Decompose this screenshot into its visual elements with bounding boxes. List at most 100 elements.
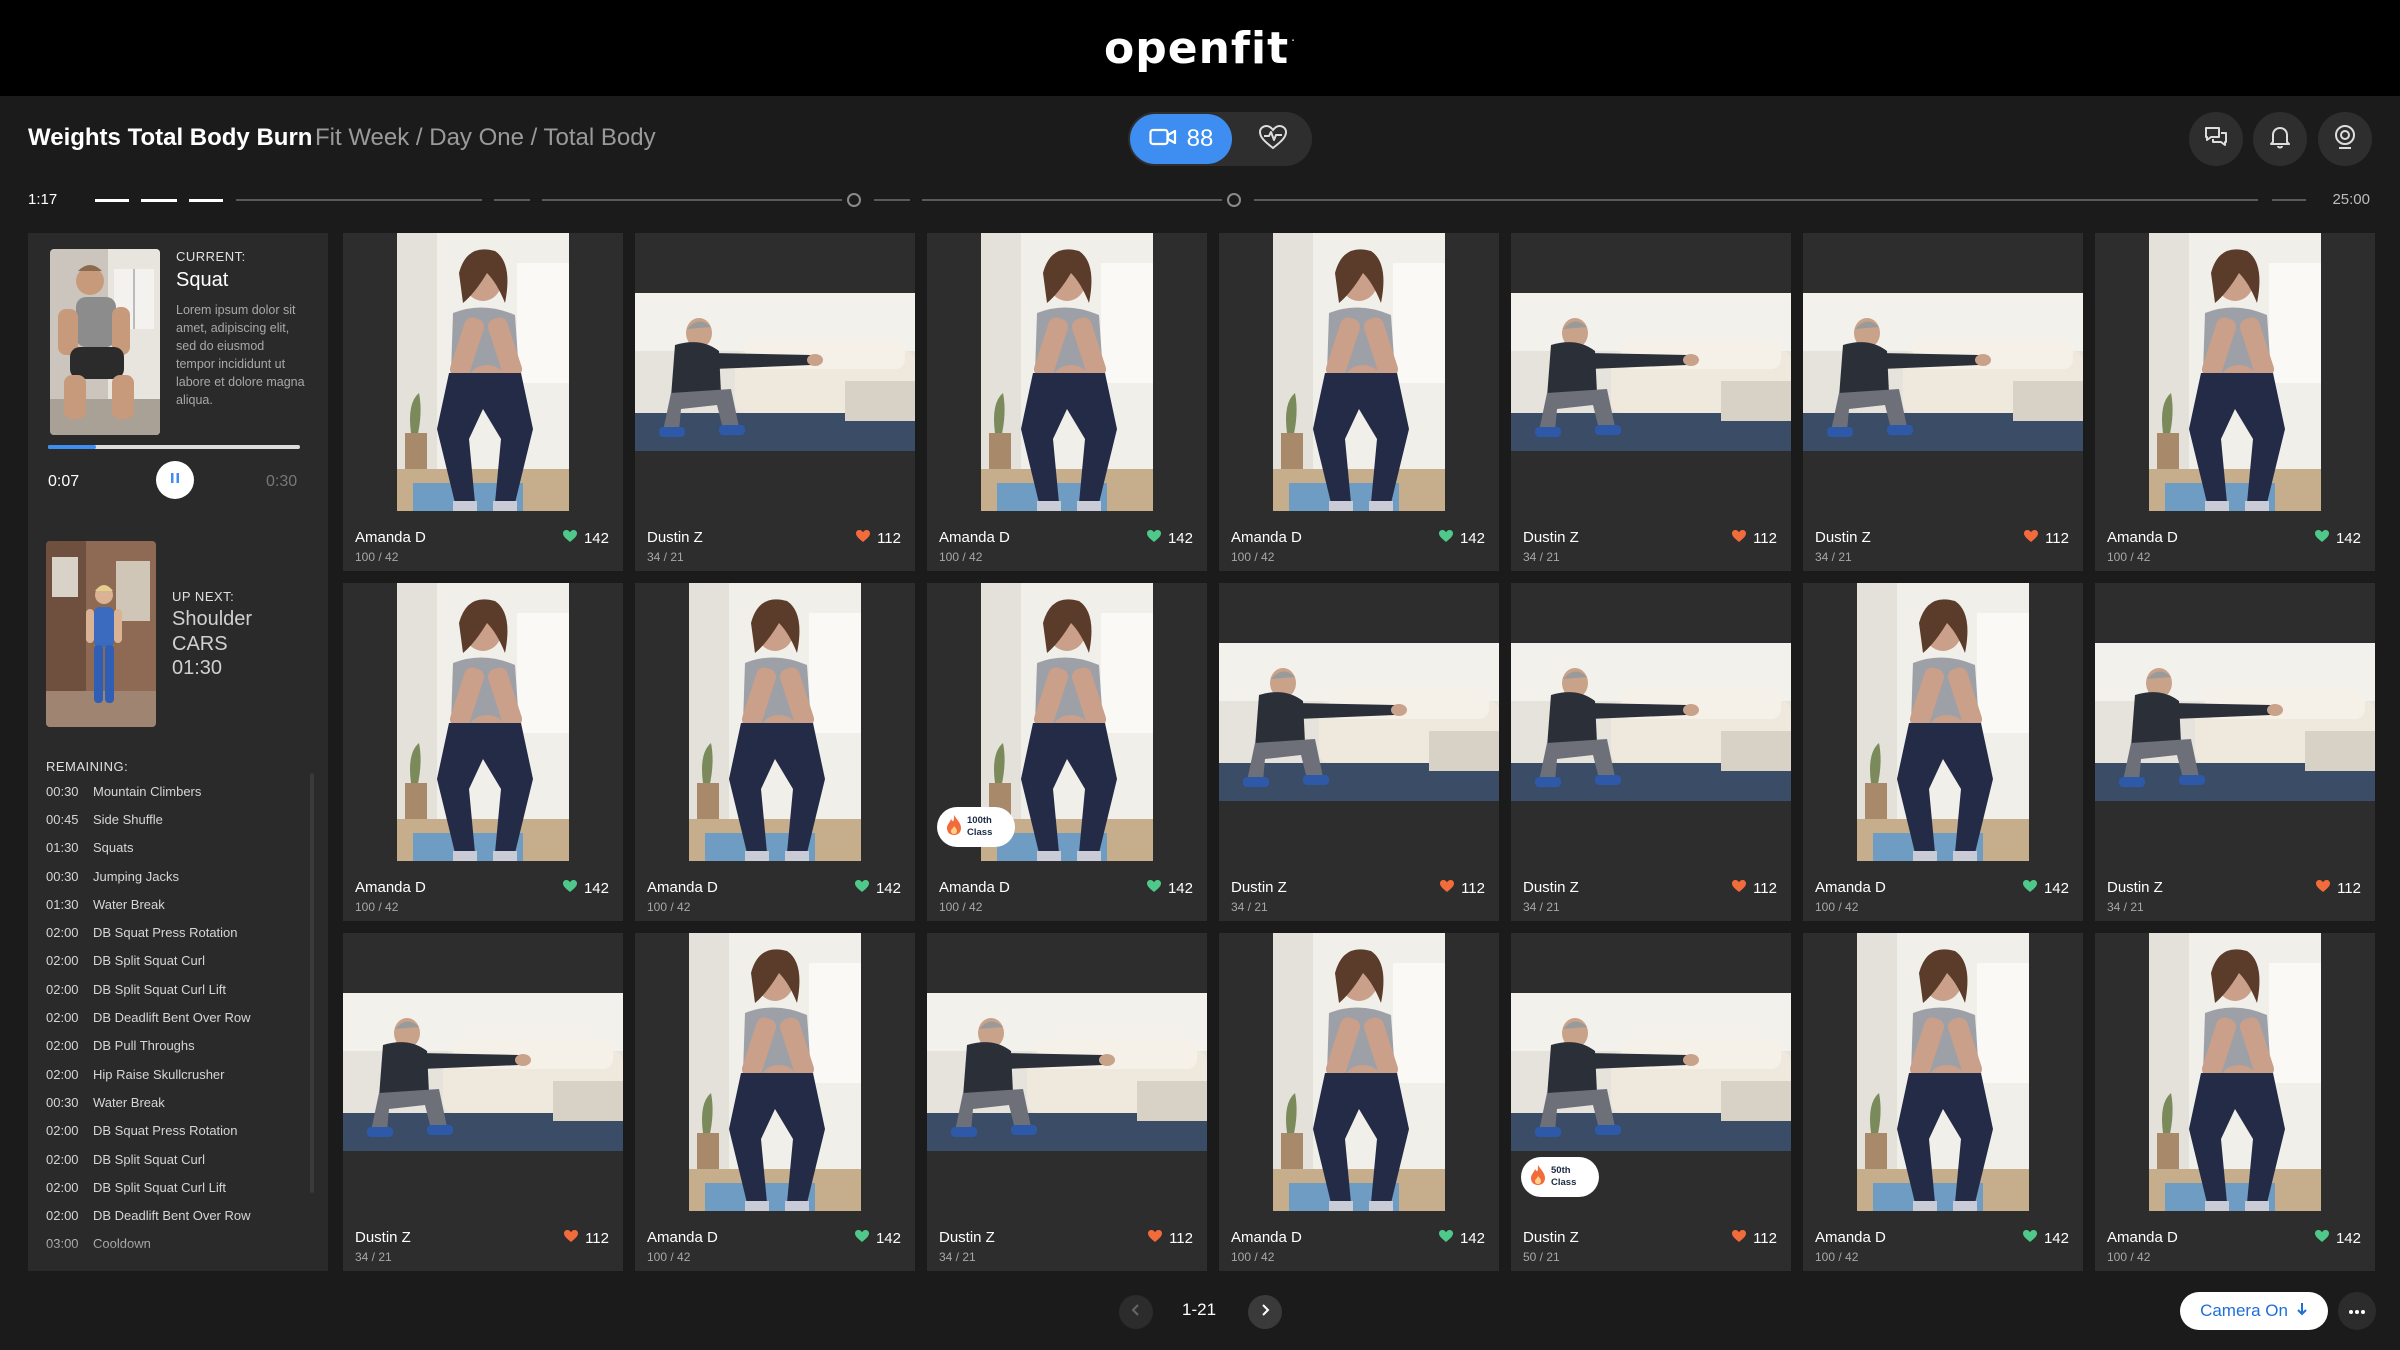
timeline-segment[interactable] (1254, 199, 2258, 201)
heart-rate-value: 142 (2335, 529, 2361, 547)
heart-icon (2314, 529, 2330, 547)
heart-rate-value: 112 (877, 529, 901, 547)
heart-rate-value: 142 (1167, 529, 1193, 547)
badge-label: Class (1551, 1177, 1577, 1188)
next-page-button[interactable] (1248, 1295, 1282, 1329)
participant-stats: 34 / 21 (355, 1250, 392, 1264)
timeline-segment[interactable] (141, 199, 177, 202)
participant-stats: 100 / 42 (1815, 1250, 1859, 1264)
heart-icon (562, 529, 578, 547)
remaining-exercise-name: Hip Raise Skullcrusher (93, 1066, 225, 1082)
participant-stats: 100 / 42 (2107, 1250, 2151, 1264)
participant-tile[interactable]: Dustin Z 34 / 21 112 (1803, 233, 2083, 571)
participant-tile[interactable]: 100th Class Amanda D 100 / 42 142 (927, 583, 1207, 921)
participant-tile[interactable]: Dustin Z 34 / 21 112 (1511, 583, 1791, 921)
participant-tile[interactable]: Amanda D 100 / 42 142 (635, 583, 915, 921)
notifications-button[interactable] (2253, 112, 2307, 166)
camera-toggle-button[interactable]: Camera On (2180, 1292, 2328, 1330)
participant-grid: Amanda D 100 / 42 142 Dustin Z 34 / 21 112 Ama… (343, 233, 2375, 1271)
participant-name: Amanda D (647, 1229, 718, 1246)
remaining-exercise-duration: 02:00 (46, 1038, 79, 1054)
timeline-segment[interactable] (494, 199, 530, 201)
timeline-segment[interactable] (95, 199, 129, 202)
participant-count: 88 (1186, 125, 1214, 152)
video-camera-icon (1149, 127, 1177, 152)
pause-button[interactable] (156, 461, 194, 499)
video-view-button[interactable]: 88 (1130, 114, 1232, 164)
participant-stats: 100 / 42 (2107, 550, 2151, 564)
heart-rate-value: 142 (1459, 529, 1485, 547)
remaining-exercise-item: 02:00 DB Deadlift Bent Over Row (46, 1201, 316, 1229)
participant-tile[interactable]: Amanda D 100 / 42 142 (1803, 933, 2083, 1271)
heart-rate-view-button[interactable] (1248, 120, 1298, 158)
participant-stats: 50 / 21 (1523, 1250, 1560, 1264)
remaining-exercise-name: Water Break (93, 1094, 165, 1110)
participant-tile[interactable]: Amanda D 100 / 42 142 (1219, 933, 1499, 1271)
participant-tile[interactable]: Dustin Z 34 / 21 112 (1219, 583, 1499, 921)
self-view-button[interactable] (2318, 112, 2372, 166)
participant-name: Amanda D (1231, 1229, 1302, 1246)
flame-icon (945, 814, 963, 841)
remaining-exercise-item: 02:00 DB Split Squat Curl (46, 947, 316, 975)
remaining-exercise-item: 02:00 DB Split Squat Curl Lift (46, 1173, 316, 1201)
remaining-exercise-name: DB Squat Press Rotation (93, 925, 238, 941)
previous-page-button[interactable] (1119, 1295, 1153, 1329)
breadcrumb[interactable]: Fit Week / Day One / Total Body (315, 124, 656, 152)
chat-button[interactable] (2189, 112, 2243, 166)
remaining-exercise-name: DB Pull Throughs (93, 1038, 195, 1054)
timeline-segment[interactable] (236, 199, 482, 201)
timeline-segment[interactable] (189, 199, 223, 202)
heart-icon (563, 1229, 579, 1247)
remaining-scrollbar[interactable] (310, 773, 314, 1193)
remaining-exercise-duration: 00:30 (46, 868, 79, 884)
remaining-exercise-item: 00:30 Water Break (46, 1088, 316, 1116)
participant-tile[interactable]: Dustin Z 34 / 21 112 (343, 933, 623, 1271)
timeline-marker[interactable] (1227, 193, 1241, 207)
participant-tile[interactable]: Amanda D 100 / 42 142 (927, 233, 1207, 571)
remaining-exercise-duration: 00:45 (46, 811, 79, 827)
timeline-segment[interactable] (874, 199, 910, 201)
participant-tile[interactable]: Amanda D 100 / 42 142 (2095, 233, 2375, 571)
more-options-button[interactable] (2338, 1292, 2376, 1330)
heart-rate-value: 142 (1167, 879, 1193, 897)
class-timeline[interactable]: 1:17 25:00 (0, 182, 2400, 218)
participant-tile[interactable]: Dustin Z 34 / 21 112 (927, 933, 1207, 1271)
heart-rate: 142 (562, 529, 609, 547)
remaining-exercise-list[interactable]: 00:30 Mountain Climbers 00:45 Side Shuffle 0… (46, 777, 316, 1265)
heart-icon (2315, 879, 2331, 897)
timeline-segment[interactable] (922, 199, 1222, 201)
timeline-marker[interactable] (847, 193, 861, 207)
remaining-exercise-name: DB Split Squat Curl (93, 953, 205, 969)
exercise-progress-bar[interactable] (48, 445, 300, 449)
up-next-thumbnail (46, 541, 156, 727)
timeline-segment[interactable] (542, 199, 842, 201)
heart-rate-value: 142 (1459, 1229, 1485, 1247)
heart-icon (2314, 1229, 2330, 1247)
participant-tile[interactable]: Amanda D 100 / 42 142 (2095, 933, 2375, 1271)
more-dots-icon (2348, 1302, 2366, 1320)
chat-icon (2203, 125, 2229, 154)
milestone-badge: 100th Class (937, 807, 1015, 847)
participant-tile[interactable]: Dustin Z 34 / 21 112 (635, 233, 915, 571)
participant-tile[interactable]: Dustin Z 34 / 21 112 (2095, 583, 2375, 921)
heart-icon (2022, 1229, 2038, 1247)
timeline-segment[interactable] (2272, 199, 2306, 201)
participant-name: Amanda D (647, 879, 718, 896)
participant-name: Dustin Z (2107, 879, 2163, 896)
heart-rate-value: 112 (2337, 879, 2361, 897)
participant-tile[interactable]: Amanda D 100 / 42 142 (1803, 583, 2083, 921)
heart-rate-value: 112 (1169, 1229, 1193, 1247)
participant-tile[interactable]: 50th Class Dustin Z 50 / 21 112 (1511, 933, 1791, 1271)
heart-rate-value: 112 (1753, 879, 1777, 897)
participant-tile[interactable]: Amanda D 100 / 42 142 (343, 233, 623, 571)
badge-count: 100th (967, 815, 992, 826)
heart-icon (854, 1229, 870, 1247)
heart-rate: 142 (2314, 529, 2361, 547)
heart-icon (1438, 1229, 1454, 1247)
participant-name: Amanda D (2107, 529, 2178, 546)
participant-tile[interactable]: Amanda D 100 / 42 142 (635, 933, 915, 1271)
participant-tile[interactable]: Amanda D 100 / 42 142 (1219, 233, 1499, 571)
participant-tile[interactable]: Dustin Z 34 / 21 112 (1511, 233, 1791, 571)
participant-tile[interactable]: Amanda D 100 / 42 142 (343, 583, 623, 921)
heart-rate: 142 (2022, 879, 2069, 897)
